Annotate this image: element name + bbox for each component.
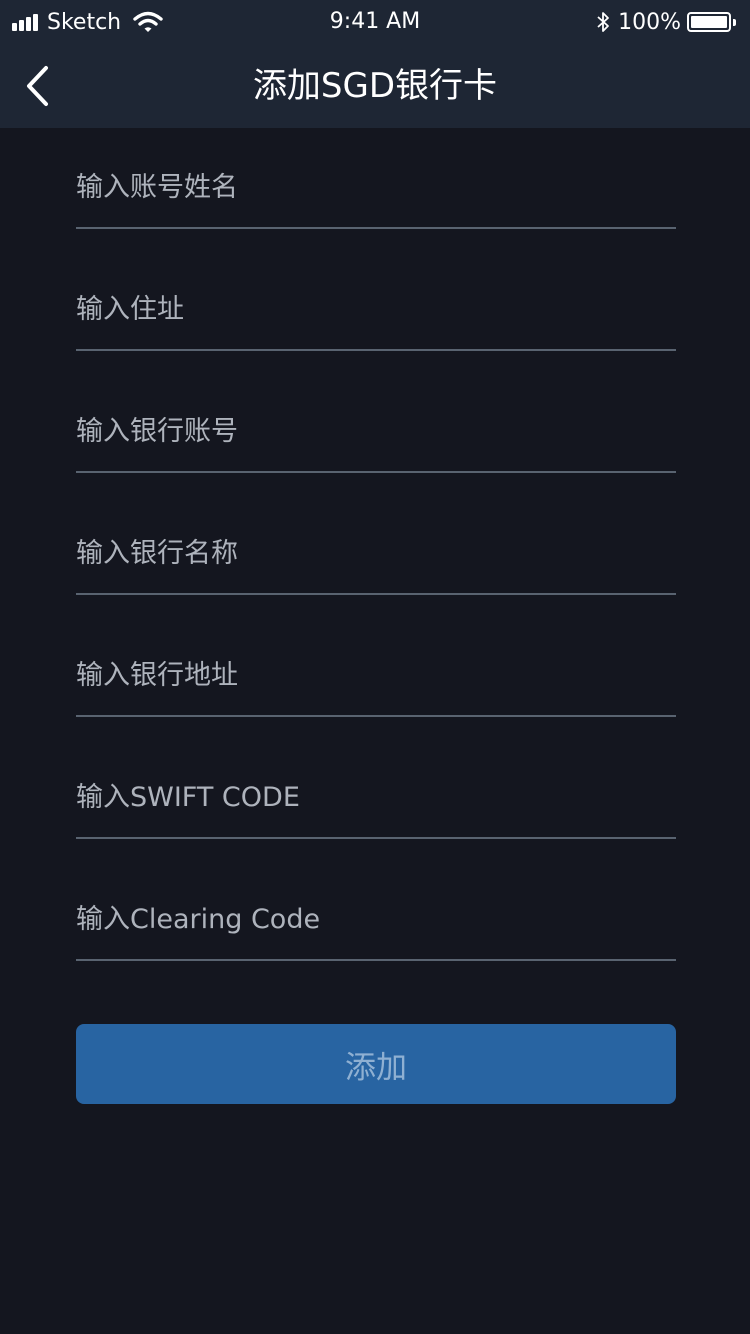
field-address — [76, 229, 676, 351]
field-bank-account — [76, 351, 676, 473]
bank-name-input[interactable] — [76, 533, 676, 573]
battery-icon — [687, 12, 731, 32]
account-name-input[interactable] — [76, 167, 676, 207]
add-button[interactable]: 添加 — [76, 1024, 676, 1104]
battery-percentage: 100% — [618, 9, 681, 35]
bank-account-input[interactable] — [76, 411, 676, 451]
status-bar: Sketch 9:41 AM 100% — [0, 0, 750, 44]
field-bank-address — [76, 595, 676, 717]
top-bar: Sketch 9:41 AM 100% 添加SGD银行卡 — [0, 0, 750, 128]
status-right: 100% — [596, 8, 736, 36]
bank-address-input[interactable] — [76, 655, 676, 695]
bluetooth-icon — [597, 12, 609, 32]
field-clearing-code — [76, 839, 676, 961]
bank-card-form — [76, 128, 676, 961]
swift-code-input[interactable] — [76, 777, 676, 817]
field-swift-code — [76, 717, 676, 839]
field-account-name — [76, 128, 676, 229]
navigation-bar: 添加SGD银行卡 — [0, 44, 750, 128]
address-input[interactable] — [76, 289, 676, 329]
page-title: 添加SGD银行卡 — [252, 66, 498, 106]
clearing-code-input[interactable] — [76, 899, 676, 939]
field-bank-name — [76, 473, 676, 595]
battery-tip — [733, 18, 736, 26]
